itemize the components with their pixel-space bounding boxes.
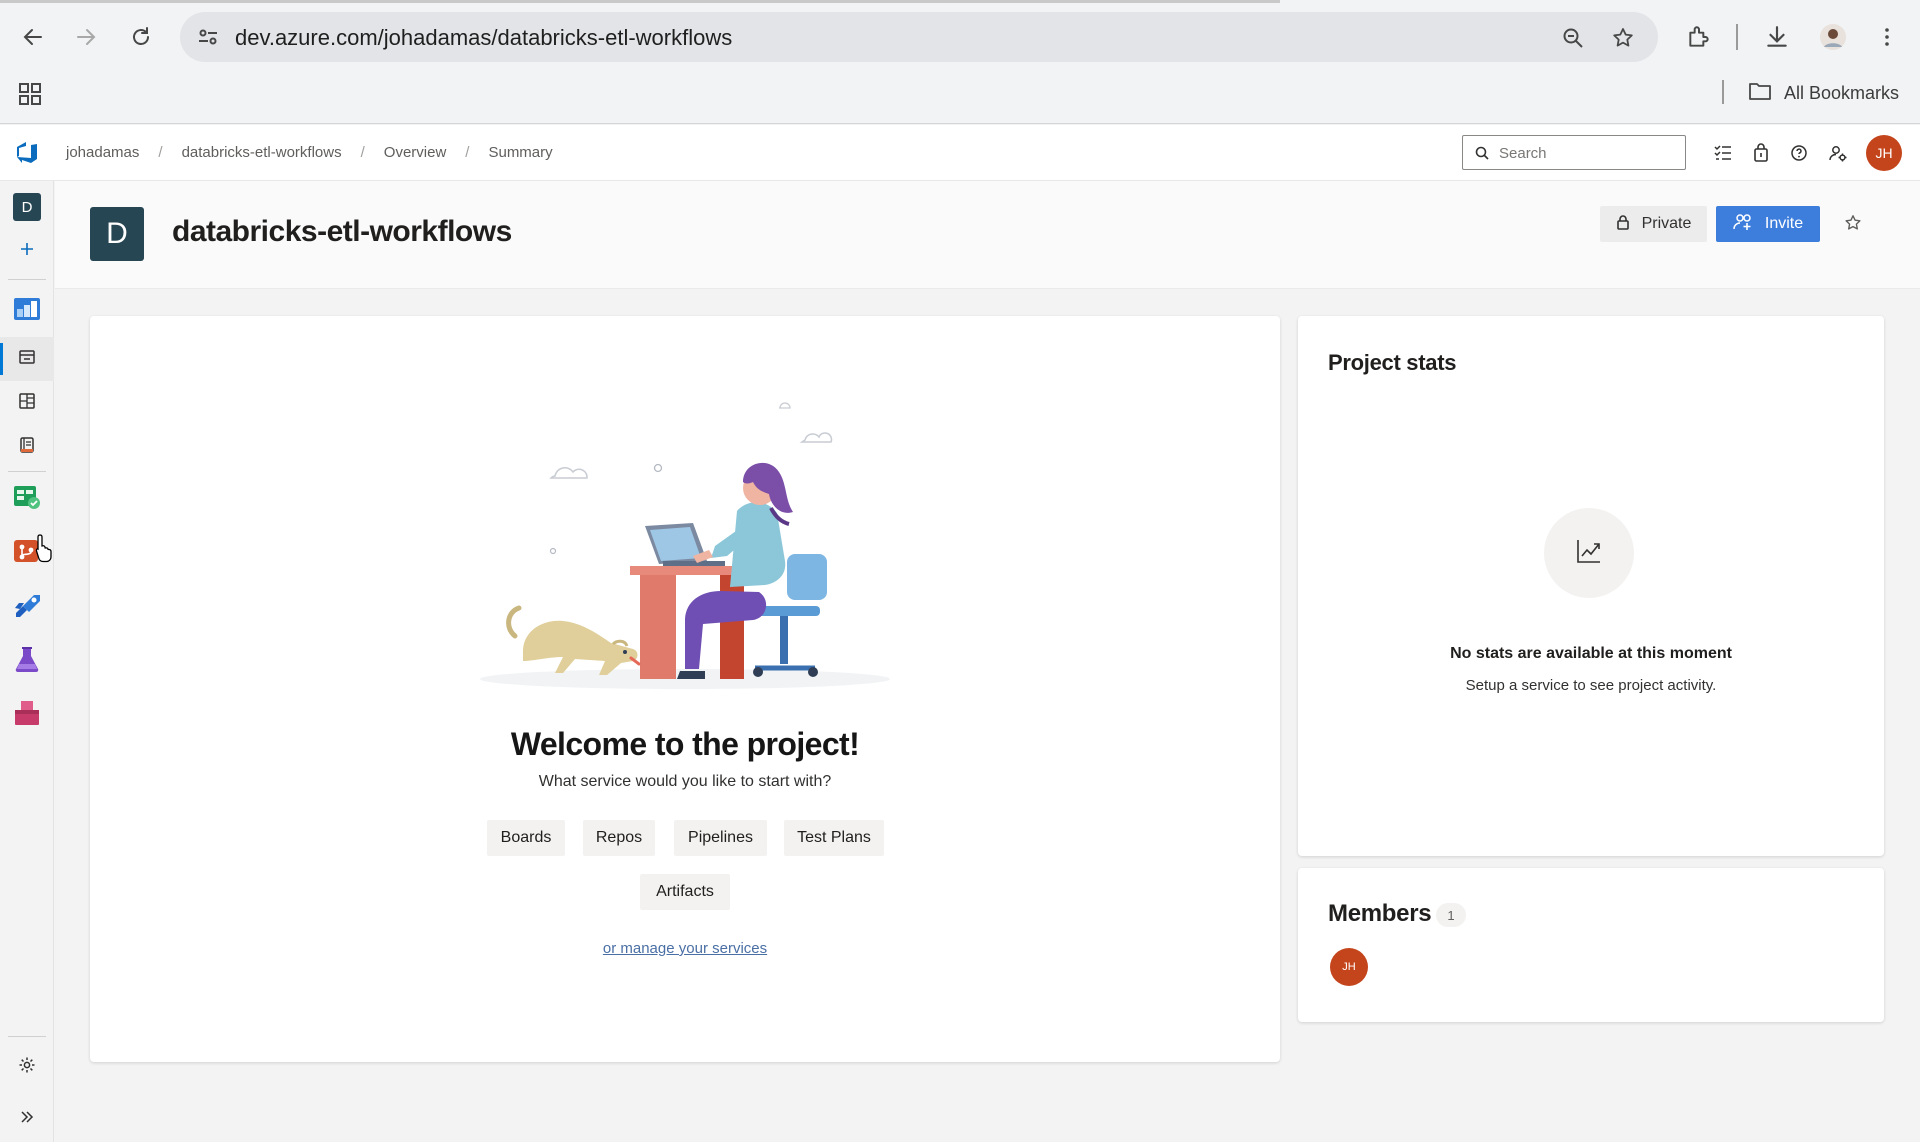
artifacts-icon [13, 699, 41, 732]
welcome-card: Welcome to the project! What service wou… [90, 316, 1280, 1062]
rail-wiki[interactable] [0, 425, 54, 469]
breadcrumb-overview[interactable]: Overview [384, 144, 447, 161]
rail-expand[interactable] [0, 1097, 54, 1141]
summary-icon [18, 348, 36, 371]
invite-label: Invite [1764, 215, 1804, 232]
org-switcher[interactable]: D [0, 185, 54, 229]
expand-icon [19, 1109, 35, 1130]
search-input[interactable]: Search [1462, 135, 1686, 170]
lock-icon [1616, 214, 1630, 235]
rail-boards[interactable] [0, 477, 54, 521]
manage-services-link[interactable]: or manage your services [603, 940, 767, 957]
private-visibility-button[interactable]: Private [1600, 206, 1707, 242]
pipelines-icon [12, 591, 42, 624]
rail-separator [8, 279, 46, 280]
rail-project-settings[interactable] [0, 1045, 54, 1089]
stats-empty-badge [1544, 508, 1634, 598]
rail-dashboards[interactable] [0, 381, 54, 425]
breadcrumb: johadamas / databricks-etl-workflows / O… [66, 144, 553, 161]
welcome-illustration [475, 396, 895, 701]
add-people-icon [1733, 213, 1755, 236]
member-avatar[interactable]: JH [1330, 948, 1368, 986]
forward-icon[interactable] [69, 20, 103, 54]
welcome-subtitle: What service would you like to start wit… [538, 773, 832, 790]
download-icon[interactable] [1760, 20, 1794, 54]
breadcrumb-separator: / [465, 144, 470, 161]
plus-icon [19, 241, 35, 262]
toolbar-separator [1736, 24, 1738, 50]
all-bookmarks-button[interactable]: All Bookmarks [1748, 80, 1899, 107]
pipelines-service-button[interactable]: Pipelines [674, 820, 767, 856]
zoom-icon[interactable] [1560, 25, 1586, 51]
extensions-icon[interactable] [1682, 20, 1716, 54]
breadcrumb-separator: / [360, 144, 365, 161]
folder-icon [1748, 80, 1772, 107]
back-icon[interactable] [16, 20, 50, 54]
user-settings-icon[interactable] [1825, 140, 1851, 166]
apps-grid-icon[interactable] [18, 82, 42, 111]
members-count-badge: 1 [1436, 903, 1466, 927]
members-card: Members 1 JH [1298, 868, 1884, 1022]
breadcrumb-project[interactable]: databricks-etl-workflows [182, 144, 342, 161]
stats-empty-title: No stats are available at this moment [1450, 645, 1732, 662]
rail-summary[interactable] [0, 337, 54, 381]
test-plans-service-button[interactable]: Test Plans [784, 820, 884, 856]
azure-devops-logo-icon[interactable] [14, 139, 40, 170]
site-info-icon[interactable] [196, 25, 220, 54]
wiki-icon [18, 436, 36, 459]
help-icon[interactable] [1786, 140, 1812, 166]
manage-services-link-row: or manage your services [90, 940, 1280, 957]
project-title: databricks-etl-workflows [172, 215, 512, 248]
artifacts-service-button[interactable]: Artifacts [640, 874, 730, 910]
repos-service-button[interactable]: Repos [583, 820, 655, 856]
members-title: Members [1328, 900, 1432, 927]
url-text[interactable]: dev.azure.com/johadamas/databricks-etl-w… [235, 25, 732, 51]
breadcrumb-summary[interactable]: Summary [488, 144, 552, 161]
browser-chrome: dev.azure.com/johadamas/databricks-etl-w… [0, 0, 1920, 124]
boards-service-button[interactable]: Boards [487, 820, 565, 856]
address-bar[interactable]: dev.azure.com/johadamas/databricks-etl-w… [180, 12, 1658, 62]
org-initial-badge: D [13, 193, 41, 221]
overview-icon [13, 296, 41, 327]
breadcrumb-separator: / [158, 144, 163, 161]
ado-top-bar: johadamas / databricks-etl-workflows / O… [0, 125, 1920, 181]
test-plans-icon [14, 645, 40, 678]
trend-chart-icon [1575, 537, 1603, 570]
rail-artifacts[interactable] [0, 693, 54, 737]
project-header: D databricks-etl-workflows Private Invit… [55, 181, 1920, 289]
dashboards-icon [18, 392, 36, 415]
project-stats-card: Project stats No stats are available at … [1298, 316, 1884, 856]
bookmark-star-icon[interactable] [1610, 25, 1636, 51]
rail-pipelines[interactable] [0, 585, 54, 629]
invite-button[interactable]: Invite [1716, 206, 1820, 242]
settings-icon [18, 1056, 36, 1079]
welcome-title: Welcome to the project! [510, 726, 860, 762]
project-stats-title: Project stats [1328, 350, 1457, 375]
marketplace-bag-icon[interactable] [1748, 140, 1774, 166]
breadcrumb-org[interactable]: johadamas [66, 144, 139, 161]
left-navigation-rail: D [0, 181, 54, 1142]
favorite-star-icon[interactable] [1844, 214, 1862, 237]
stats-empty-subtitle: Setup a service to see project activity. [1465, 677, 1717, 694]
rail-separator [8, 471, 46, 472]
private-label: Private [1641, 215, 1692, 232]
new-project-button[interactable] [0, 229, 54, 273]
rail-separator [8, 1036, 46, 1037]
user-avatar[interactable]: JH [1866, 135, 1902, 171]
mouse-cursor-icon [34, 533, 54, 568]
rail-overview[interactable] [0, 289, 54, 333]
work-items-list-icon[interactable] [1710, 140, 1736, 166]
search-icon [1475, 146, 1489, 165]
bookmarks-separator [1722, 80, 1724, 104]
reload-icon[interactable] [124, 20, 158, 54]
browser-menu-icon[interactable] [1870, 20, 1904, 54]
rail-test-plans[interactable] [0, 639, 54, 683]
profile-avatar-icon[interactable] [1816, 20, 1850, 54]
search-placeholder: Search [1499, 145, 1547, 162]
page-load-bar [0, 0, 1280, 3]
boards-icon [13, 484, 41, 515]
all-bookmarks-label: All Bookmarks [1784, 83, 1900, 103]
project-avatar: D [90, 207, 144, 261]
